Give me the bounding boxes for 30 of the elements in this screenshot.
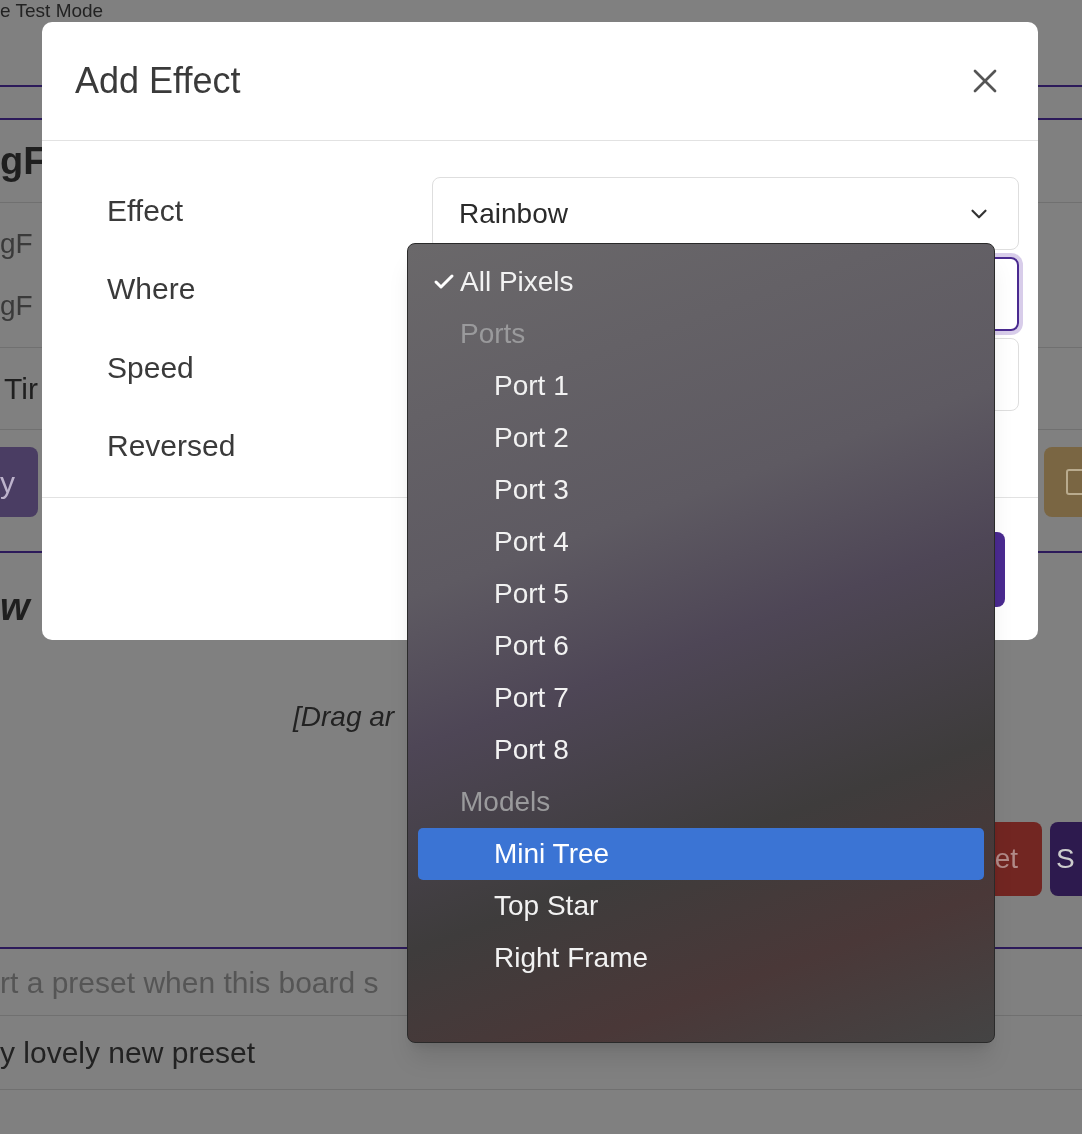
menu-option[interactable]: Port 7 <box>418 672 984 724</box>
menu-option[interactable]: All Pixels <box>418 256 984 308</box>
menu-option[interactable]: Port 5 <box>418 568 984 620</box>
field-label: Tir <box>4 371 38 407</box>
save-button[interactable]: S <box>1050 822 1082 896</box>
drop-hint: [Drag ar <box>293 700 395 734</box>
action-button[interactable]: y <box>0 447 38 517</box>
field-label: Speed <box>107 349 194 386</box>
field-label: Where <box>107 271 196 308</box>
section-heading: gF <box>0 138 47 184</box>
menu-option[interactable]: Top Star <box>418 880 984 932</box>
menu-option[interactable]: Port 6 <box>418 620 984 672</box>
menu-option[interactable]: Port 3 <box>418 464 984 516</box>
menu-option[interactable]: Mini Tree <box>418 828 984 880</box>
field-label: Reversed <box>107 428 236 465</box>
section-heading: w <box>0 585 30 630</box>
box-icon <box>1066 469 1082 495</box>
group-label: Models <box>460 785 551 819</box>
menu-option[interactable]: Port 1 <box>418 360 984 412</box>
row-label: gF <box>0 289 33 323</box>
row-label: gF <box>0 227 33 261</box>
menu-option[interactable]: Port 2 <box>418 412 984 464</box>
menu-option[interactable]: Port 8 <box>418 724 984 776</box>
menu-option[interactable]: Right Frame <box>418 932 984 984</box>
field-label: Effect <box>107 193 184 229</box>
dialog-title: Add Effect <box>75 59 241 103</box>
menu-option[interactable]: Port 4 <box>418 516 984 568</box>
preset-name: y lovely new preset <box>0 1035 256 1071</box>
page-title: e Test Mode <box>0 1 104 20</box>
group-label: Ports <box>460 317 526 351</box>
